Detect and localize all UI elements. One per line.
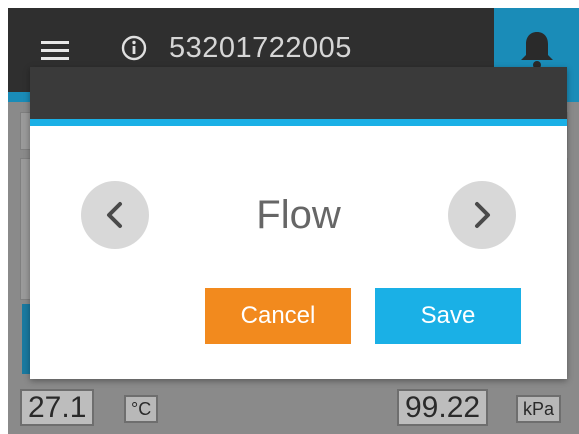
dialog-accent-bar [30,119,567,126]
previous-option-button[interactable] [81,181,149,249]
cancel-button[interactable]: Cancel [205,288,351,344]
save-button[interactable]: Save [375,288,521,344]
chevron-right-icon [475,202,490,228]
info-icon[interactable] [121,35,147,61]
dialog-titlebar [30,67,567,119]
hamburger-menu-icon[interactable] [41,41,69,61]
chevron-left-icon [107,202,122,228]
temperature-value: 27.1 [20,389,95,426]
next-option-button[interactable] [448,181,516,249]
pressure-value: 99.22 [397,389,489,426]
pressure-unit: kPa [516,395,562,423]
selection-dialog: Flow Cancel Save [30,67,567,379]
device-id-label: 53201722005 [169,32,352,64]
selected-option-label: Flow [256,193,341,237]
device-screen: 53201722005 27.1 °C 99.22 kPa Flow Cance… [8,8,579,434]
temperature-unit: °C [124,395,159,423]
